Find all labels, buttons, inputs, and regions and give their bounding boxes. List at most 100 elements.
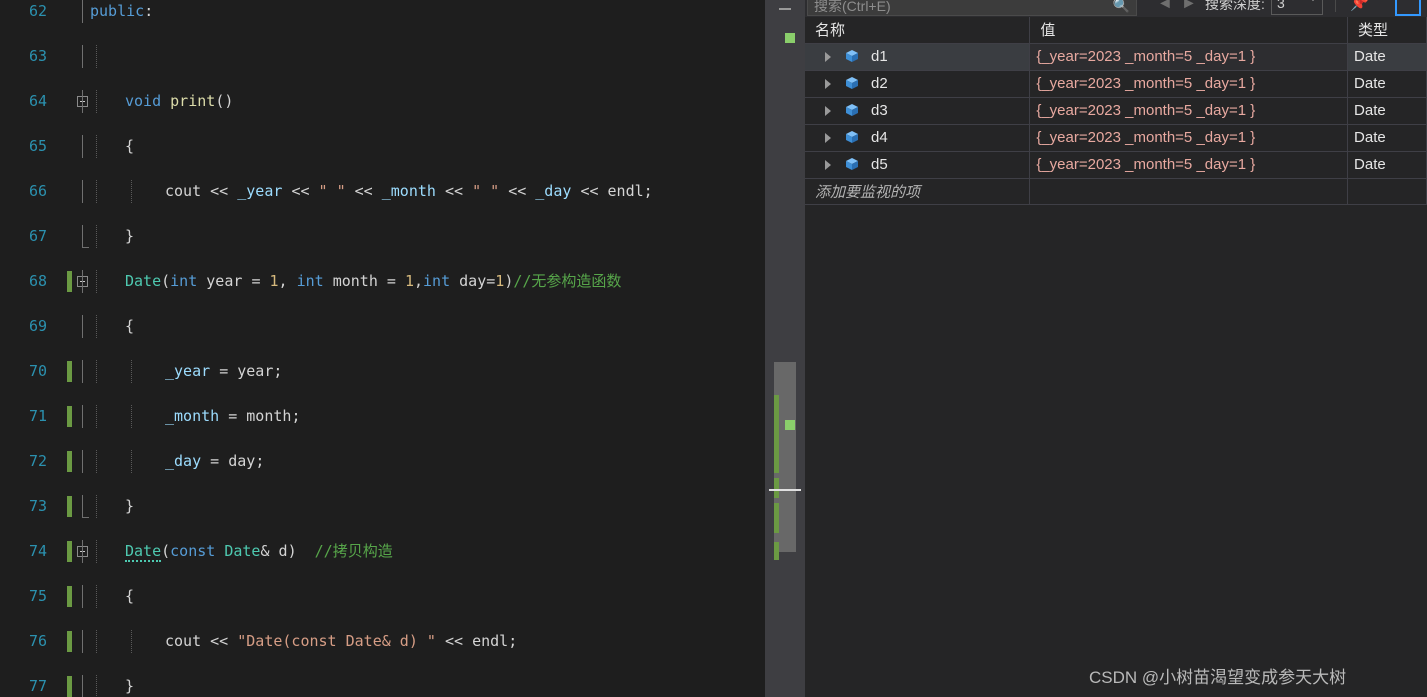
code-line[interactable]: 67 } [0, 225, 765, 248]
add-watch-placeholder: 添加要监视的项 [815, 183, 921, 201]
line-number: 68 [28, 272, 47, 290]
scrollbar-change-marker [774, 478, 779, 498]
line-number: 65 [28, 137, 47, 155]
watch-type-cell: Date [1347, 97, 1427, 125]
watermark: CSDN @小树苗渴望变成参天大树 [1089, 668, 1347, 687]
code-line[interactable]: 77 } [0, 675, 765, 697]
watch-variable-name: d3 [871, 102, 888, 119]
watch-type: Date [1354, 48, 1386, 65]
table-row[interactable]: d1 {_year=2023 _month=5 _day=1 } Date [805, 43, 1427, 71]
code-line[interactable]: 72 _day = day; [0, 450, 765, 473]
code-line[interactable]: 64 void print() [0, 90, 765, 113]
add-watch-value-cell[interactable] [1029, 178, 1349, 205]
watch-value-cell[interactable]: {_year=2023 _month=5 _day=1 } [1029, 70, 1349, 98]
scrollbar-track[interactable] [771, 0, 799, 697]
scrollbar-marker [785, 420, 795, 430]
search-icon[interactable]: 🔍 [1113, 0, 1130, 13]
watch-table: 名称 值 类型 d1 {_year=2023 _month=5 _day=1}… [805, 17, 1427, 205]
watch-panel: 搜索(Ctrl+E) 🔍 ◄ ► 搜索深度: 3 📌 名称 值 类型 d1 {_… [805, 0, 1427, 697]
watch-value-cell[interactable]: {_year=2023 _month=5 _day=1 } [1029, 97, 1349, 125]
table-row[interactable]: d5 {_year=2023 _month=5 _day=1 } Date [805, 151, 1427, 179]
line-number: 69 [28, 317, 47, 335]
expand-arrow-icon[interactable] [825, 51, 831, 62]
watch-value-cell[interactable]: {_year=2023 _month=5 _day=1 } [1029, 43, 1349, 71]
change-marker [67, 406, 72, 427]
code-line[interactable]: 65 { [0, 135, 765, 158]
search-input[interactable]: 搜索(Ctrl+E) 🔍 [807, 0, 1137, 16]
column-header-value[interactable]: 值 [1029, 17, 1349, 44]
watch-name-cell[interactable]: d1 [805, 43, 1031, 71]
expand-arrow-icon[interactable] [825, 105, 831, 116]
tab-indicator[interactable] [1395, 0, 1421, 16]
watch-value: {_year=2023 _month=5 _day=1 } [1036, 48, 1256, 65]
search-depth-value: 3 [1277, 0, 1285, 11]
code-line[interactable]: 68 Date(int year = 1, int month = 1,int … [0, 270, 765, 293]
object-cube-icon [845, 76, 859, 90]
watch-name-cell[interactable]: d4 [805, 124, 1031, 152]
change-marker [67, 676, 72, 697]
line-number: 76 [28, 632, 47, 650]
code-line[interactable]: 70 _year = year; [0, 360, 765, 383]
table-row[interactable]: d2 {_year=2023 _month=5 _day=1 } Date [805, 70, 1427, 98]
line-number: 67 [28, 227, 47, 245]
watch-variable-name: d1 [871, 48, 888, 65]
watch-type-cell: Date [1347, 124, 1427, 152]
pin-icon[interactable]: 📌 [1350, 0, 1369, 14]
change-marker [67, 496, 72, 517]
change-marker [67, 586, 72, 607]
watch-type-cell: Date [1347, 70, 1427, 98]
change-marker [67, 541, 72, 562]
scrollbar-top-tick [779, 8, 791, 10]
chevron-down-icon[interactable] [1309, 0, 1317, 1]
line-number: 73 [28, 497, 47, 515]
object-cube-icon [845, 130, 859, 144]
watch-type-cell: Date [1347, 43, 1427, 71]
scrollbar-marker [785, 33, 795, 43]
watch-type: Date [1354, 129, 1386, 146]
line-number: 62 [28, 2, 47, 20]
code-line[interactable]: 63 [0, 45, 765, 68]
search-prev-button[interactable]: ◄ [1157, 0, 1173, 13]
code-line[interactable]: 73 } [0, 495, 765, 518]
expand-arrow-icon[interactable] [825, 159, 831, 170]
watch-value: {_year=2023 _month=5 _day=1 } [1036, 156, 1256, 173]
table-row[interactable]: d4 {_year=2023 _month=5 _day=1 } Date [805, 124, 1427, 152]
toolbar-divider [1335, 0, 1336, 12]
code-editor[interactable]: 62 public: 63 64 void print() 65 { 66 co… [0, 0, 765, 697]
column-header-type[interactable]: 类型 [1347, 17, 1427, 44]
watch-name-cell[interactable]: d3 [805, 97, 1031, 125]
expand-arrow-icon[interactable] [825, 132, 831, 143]
watch-name-cell[interactable]: d5 [805, 151, 1031, 179]
code-line[interactable]: 66 cout << _year << " " << _month << " "… [0, 180, 765, 203]
add-watch-row[interactable]: 添加要监视的项 [805, 178, 1427, 205]
change-marker [67, 451, 72, 472]
change-marker [67, 271, 72, 292]
line-number: 72 [28, 452, 47, 470]
object-cube-icon [845, 49, 859, 63]
search-placeholder: 搜索(Ctrl+E) [814, 0, 891, 14]
code-line[interactable]: 76 cout << "Date(const Date& d) " << end… [0, 630, 765, 653]
change-marker [67, 631, 72, 652]
watch-value-cell[interactable]: {_year=2023 _month=5 _day=1 } [1029, 124, 1349, 152]
line-number: 77 [28, 677, 47, 695]
watch-value-cell[interactable]: {_year=2023 _month=5 _day=1 } [1029, 151, 1349, 179]
expand-arrow-icon[interactable] [825, 78, 831, 89]
column-header-name[interactable]: 名称 [805, 17, 1031, 44]
code-line[interactable]: 69 { [0, 315, 765, 338]
add-watch-name-cell[interactable]: 添加要监视的项 [805, 178, 1031, 205]
code-line[interactable]: 71 _month = month; [0, 405, 765, 428]
code-line[interactable]: 74 Date(const Date& d) //拷贝构造 [0, 540, 765, 563]
code-line[interactable]: 75 { [0, 585, 765, 608]
search-depth-select[interactable]: 3 [1271, 0, 1323, 15]
line-number: 70 [28, 362, 47, 380]
code-line[interactable]: 62 public: [0, 0, 765, 23]
search-next-button[interactable]: ► [1181, 0, 1197, 13]
editor-scrollbar[interactable] [765, 0, 805, 697]
watch-type-cell: Date [1347, 151, 1427, 179]
table-row[interactable]: d3 {_year=2023 _month=5 _day=1 } Date [805, 97, 1427, 125]
watch-name-cell[interactable]: d2 [805, 70, 1031, 98]
table-header-row: 名称 值 类型 [805, 17, 1427, 44]
watch-value: {_year=2023 _month=5 _day=1 } [1036, 102, 1256, 119]
watch-type: Date [1354, 156, 1386, 173]
scrollbar-change-marker [774, 503, 779, 533]
